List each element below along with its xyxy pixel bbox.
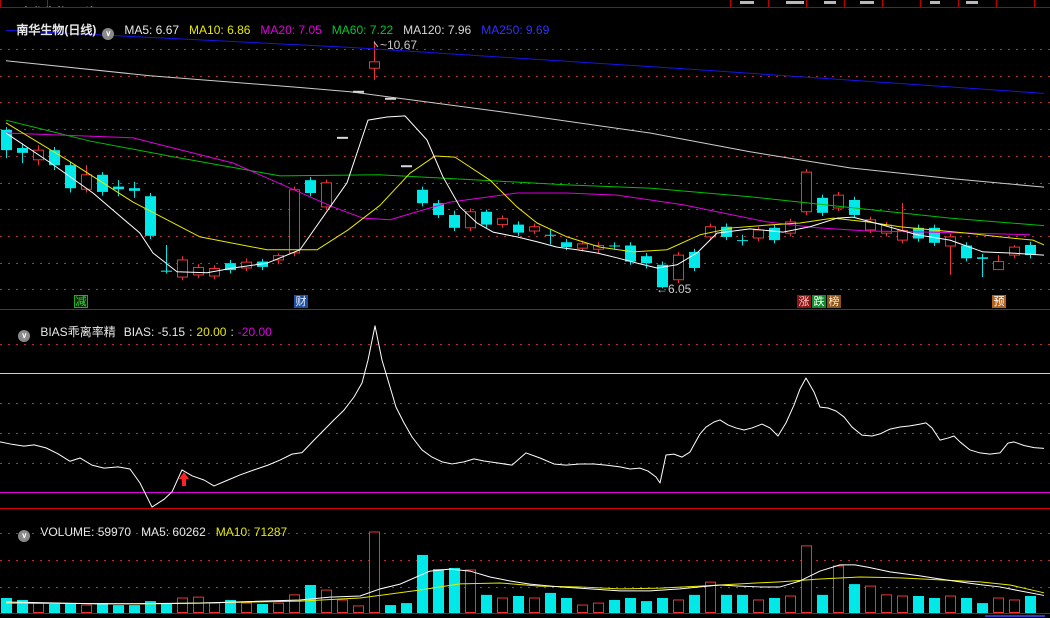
bias-value: BIAS: -5.15	[123, 325, 186, 339]
bias-indicator-name: BIAS乖离率精	[40, 325, 116, 339]
bias-upper-band-value: 20.00	[196, 325, 227, 339]
stock-title: 南华生物(日线)	[16, 23, 97, 37]
ma20-value: MA20: 7.05	[260, 23, 322, 37]
chart-marker-财[interactable]: 财	[294, 295, 308, 308]
bottom-axis-line	[0, 613, 1050, 614]
ma10-value: MA10: 6.86	[189, 23, 251, 37]
toolbar-strip-cropped[interactable]: 南华生物(日线)∨MA5: 6.67MA10: 6.86MA20: 7.05MA…	[0, 0, 1050, 7]
stock-chart-window: 南华生物(日线) ∨ MA5: 6.67 MA10: 6.86 MA20: 7.05 MA…	[0, 0, 1050, 618]
panel-divider-2	[0, 508, 1050, 509]
volume-ma5-value: MA5: 60262	[141, 525, 206, 539]
cropped-title: 南华生物(日线)	[20, 6, 100, 7]
bias-panel-header: ∨ BIAS乖离率精 BIAS: -5.15:20.00: -20.00	[5, 310, 282, 342]
chart-marker-涨[interactable]: 涨	[797, 295, 811, 308]
main-chart-header: 南华生物(日线) ∨ MA5: 6.67 MA10: 6.86 MA20: 7.05 MA…	[3, 8, 559, 40]
chart-marker-预[interactable]: 预	[992, 295, 1006, 308]
chart-marker-榜[interactable]: 榜	[827, 295, 841, 308]
scroll-highlight-fragment[interactable]	[985, 615, 1045, 617]
volume-ma10-value: MA10: 71287	[215, 525, 288, 539]
ma120-value: MA120: 7.96	[403, 23, 472, 37]
svg-text:~10.67: ~10.67	[380, 38, 417, 52]
chart-marker-跌[interactable]: 跌	[812, 295, 826, 308]
bias-lower-band-value: -20.00	[237, 325, 272, 339]
cropped-indicator-row: 南华生物(日线)∨MA5: 6.67MA10: 6.86MA20: 7.05MA…	[0, 0, 1050, 7]
ma60-value: MA60: 7.22	[331, 23, 394, 37]
volume-panel-header: ∨ VOLUME: 59970 MA5: 60262 MA10: 71287	[5, 510, 297, 542]
ma5-value: MA5: 6.67	[124, 23, 180, 37]
svg-text:←6.05: ←6.05	[656, 282, 692, 296]
chart-marker-减[interactable]: 减	[74, 295, 88, 308]
volume-value: VOLUME: 59970	[40, 525, 132, 539]
ma250-value: MA250: 9.69	[481, 23, 550, 37]
